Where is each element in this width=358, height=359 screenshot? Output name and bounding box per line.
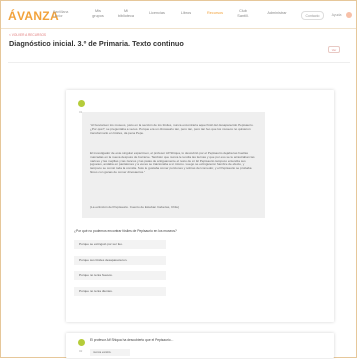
passage-paragraph-1: “Al buscarsen los museos, justo en la se… <box>90 124 254 135</box>
logo-subtitle: Santillana Lector <box>53 10 69 18</box>
question-text: El profesor Alf Shiqua ha descubierto qu… <box>90 338 174 342</box>
page-title: Diagnóstico inicial. 3.º de Primaria. Te… <box>9 39 184 48</box>
top-navigation-bar: ÁVANZA Santillana Lector Mis grupos Mi b… <box>1 1 356 29</box>
help-button[interactable]: Ayuda <box>329 11 344 20</box>
question-number: 02 <box>79 349 83 353</box>
contact-button[interactable]: Contacto <box>301 11 324 20</box>
passage-source: (La extinción del Pepisaurio. Cuento de … <box>90 205 180 209</box>
nav-mi-biblioteca[interactable]: Mi biblioteca <box>116 9 136 18</box>
answer-option-a[interactable]: nunca existió. <box>90 349 130 356</box>
question-status-dot <box>78 339 85 346</box>
nav-club[interactable]: Club Santill. <box>233 9 253 18</box>
avanza-logo[interactable]: ÁVANZA <box>8 9 59 23</box>
answer-option-a[interactable]: Porque se extinguió por ser feo. <box>74 240 166 249</box>
answer-option-c[interactable]: Porque no tenía huesos. <box>74 271 166 280</box>
answer-option-d[interactable]: Porque no tenía dientes. <box>74 287 166 296</box>
nav-libros[interactable]: Libros <box>177 11 195 16</box>
nav-administrar[interactable]: Administrar <box>263 11 291 16</box>
passage-paragraph-2: El investigador de este singular espécim… <box>90 152 255 174</box>
answer-option-b[interactable]: Porque sus fósiles desaparecieron. <box>74 256 166 265</box>
question-status-dot <box>78 100 85 107</box>
nav-mis-grupos[interactable]: Mis grupos <box>89 9 107 18</box>
view-button[interactable]: Ver <box>328 46 340 53</box>
avatar[interactable] <box>346 12 352 18</box>
breadcrumb-back-link[interactable]: < VOLVER A RECURSOS <box>9 33 46 37</box>
question-text: ¿Por qué no podemos encontrar fósiles de… <box>74 229 177 233</box>
title-divider <box>8 62 350 63</box>
nav-recursos[interactable]: Recursos <box>203 11 227 16</box>
nav-licencias[interactable]: Licencias <box>145 11 169 16</box>
